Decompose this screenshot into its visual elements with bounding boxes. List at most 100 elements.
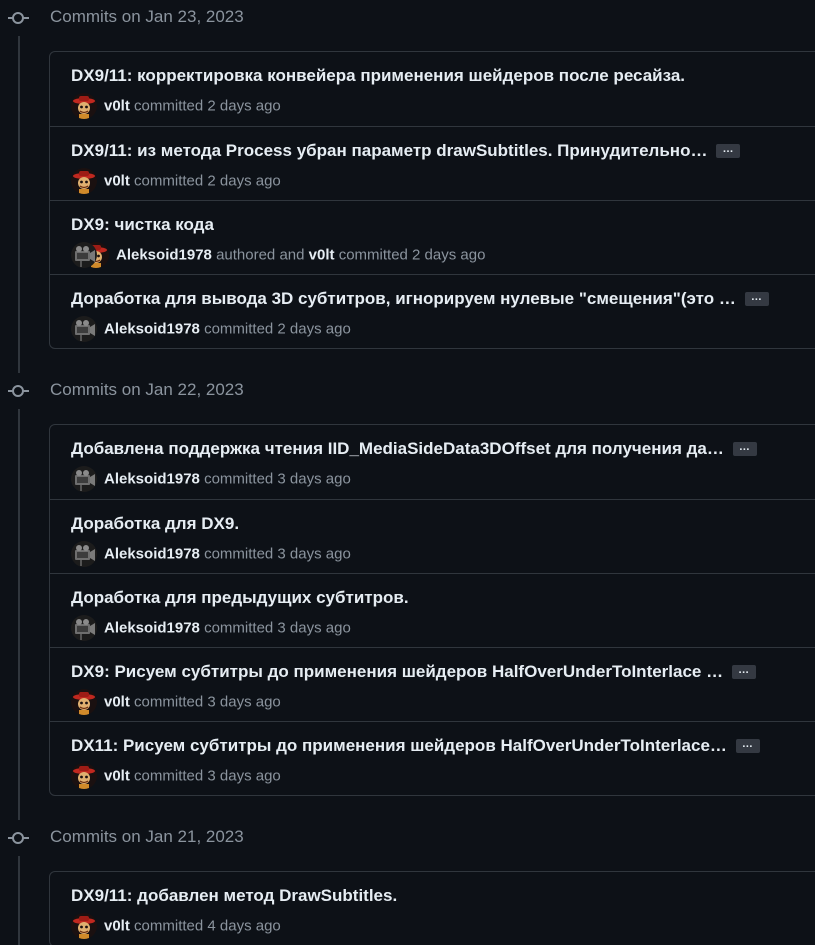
timeline-line (18, 0, 20, 945)
commit-group: Commits on Jan 22, 2023 Добавлена поддерж… (0, 373, 815, 796)
commit-time[interactable]: 3 days ago (207, 768, 280, 785)
commit-message-line: DX9/11: добавлен метод DrawSubtitles. (71, 885, 397, 906)
v0lt-avatar[interactable] (71, 168, 97, 194)
commit-row: Добавлена поддержка чтения IID_MediaSide… (50, 425, 815, 499)
commit-list: DX9/11: корректировка конвейера применен… (49, 51, 815, 349)
commit-author-link[interactable]: Aleksoid1978 (116, 247, 212, 264)
commit-meta: Aleksoid1978 committed 3 days ago (71, 615, 351, 641)
commit-message-link[interactable]: DX9/11: добавлен метод DrawSubtitles. (71, 886, 397, 906)
commit-meta: Aleksoid1978 committed 2 days ago (71, 316, 351, 342)
commit-author-link[interactable]: v0lt (104, 173, 130, 190)
commit-meta: Aleksoid1978 committed 3 days ago (71, 466, 351, 492)
commit-group-date: Commits on Jan 22, 2023 (50, 380, 244, 399)
commit-row: DX9: чистка кода Aleksoid1978 authored an… (50, 200, 815, 274)
commit-message-line: Доработка для вывода 3D субтитров, игнор… (71, 288, 769, 309)
v0lt-avatar[interactable] (71, 913, 97, 939)
avatar-stack (71, 242, 109, 268)
commit-group-header: Commits on Jan 21, 2023 (0, 820, 815, 856)
commit-author-link[interactable]: Aleksoid1978 (104, 321, 200, 338)
commit-author-link[interactable]: v0lt (104, 694, 130, 711)
commit-message-link[interactable]: Добавлена поддержка чтения IID_MediaSide… (71, 439, 724, 459)
commit-group-date: Commits on Jan 23, 2023 (50, 7, 244, 26)
commit-message-line: DX11: Рисуем субтитры до применения шейд… (71, 735, 760, 756)
expand-message-button[interactable]: … (732, 441, 757, 456)
commit-message-line: DX9: чистка кода (71, 214, 214, 235)
commit-meta: Aleksoid1978 authored and v0lt committed… (71, 242, 485, 268)
expand-message-button[interactable]: … (744, 291, 769, 306)
commit-meta: v0lt committed 4 days ago (71, 913, 281, 939)
git-commit-icon (8, 0, 30, 36)
commit-action: committed (204, 320, 274, 338)
commit-message-link[interactable]: DX9: Рисуем субтитры до применения шейде… (71, 662, 723, 682)
commit-action: committed (204, 545, 274, 563)
commits-page: Commits on Jan 23, 2023 DX9/11: корректир… (0, 0, 815, 945)
commit-time[interactable]: 2 days ago (277, 321, 350, 338)
commit-author-link[interactable]: v0lt (104, 98, 130, 115)
v0lt-avatar[interactable] (71, 689, 97, 715)
expand-message-button[interactable]: … (716, 143, 741, 158)
commit-message-link[interactable]: Доработка для DX9. (71, 514, 239, 534)
commit-action: committed (134, 767, 204, 785)
commit-author-link[interactable]: v0lt (104, 768, 130, 785)
commit-message-line: DX9/11: из метода Process убран параметр… (71, 140, 741, 161)
commit-group: Commits on Jan 21, 2023 DX9/11: добавлен … (0, 820, 815, 945)
commit-list: Добавлена поддержка чтения IID_MediaSide… (49, 424, 815, 796)
commit-meta: Aleksoid1978 committed 3 days ago (71, 541, 351, 567)
commit-time[interactable]: 2 days ago (412, 247, 485, 264)
commit-author-link[interactable]: v0lt (104, 918, 130, 935)
aleksoid-avatar[interactable] (71, 316, 97, 342)
v0lt-avatar[interactable] (71, 763, 97, 789)
commit-action: committed (134, 172, 204, 190)
commit-time[interactable]: 4 days ago (207, 918, 280, 935)
commit-time[interactable]: 3 days ago (277, 620, 350, 637)
commit-committer-link[interactable]: v0lt (309, 247, 335, 264)
commit-time[interactable]: 2 days ago (207, 173, 280, 190)
commit-message-line: Доработка для DX9. (71, 513, 239, 534)
git-commit-icon (8, 373, 30, 409)
commit-meta: v0lt committed 3 days ago (71, 689, 281, 715)
commit-time[interactable]: 3 days ago (207, 694, 280, 711)
commit-action: committed (134, 97, 204, 115)
commit-message-link[interactable]: DX9/11: из метода Process убран параметр… (71, 141, 707, 161)
commit-group-header: Commits on Jan 23, 2023 (0, 0, 815, 36)
commit-message-line: DX9/11: корректировка конвейера применен… (71, 65, 685, 86)
git-commit-icon (8, 820, 30, 856)
commit-action: committed (134, 693, 204, 711)
commit-row: DX9/11: из метода Process убран параметр… (50, 126, 815, 200)
commit-row: Доработка для DX9. Aleksoid1978 committed… (50, 499, 815, 573)
commit-group-date: Commits on Jan 21, 2023 (50, 827, 244, 846)
aleksoid-avatar[interactable] (71, 541, 97, 567)
commit-author-link[interactable]: Aleksoid1978 (104, 546, 200, 563)
aleksoid-avatar[interactable] (71, 242, 97, 268)
v0lt-avatar[interactable] (71, 93, 97, 119)
commit-message-link[interactable]: DX9: чистка кода (71, 215, 214, 235)
commit-message-line: DX9: Рисуем субтитры до применения шейде… (71, 661, 757, 682)
commit-action: committed (204, 619, 274, 637)
commit-author-link[interactable]: Aleksoid1978 (104, 471, 200, 488)
commit-author-link[interactable]: Aleksoid1978 (104, 620, 200, 637)
commit-row: DX9/11: добавлен метод DrawSubtitles. v0l… (50, 872, 815, 945)
commit-list: DX9/11: добавлен метод DrawSubtitles. v0l… (49, 871, 815, 945)
commit-group: Commits on Jan 23, 2023 DX9/11: корректир… (0, 0, 815, 349)
commit-row: Доработка для предыдущих субтитров. Aleks… (50, 573, 815, 647)
aleksoid-avatar[interactable] (71, 615, 97, 641)
committer-action: committed (338, 246, 408, 264)
commit-time[interactable]: 3 days ago (277, 471, 350, 488)
commit-time[interactable]: 3 days ago (277, 546, 350, 563)
commit-message-link[interactable]: DX9/11: корректировка конвейера применен… (71, 66, 685, 86)
commit-group-header: Commits on Jan 22, 2023 (0, 373, 815, 409)
commit-message-link[interactable]: Доработка для вывода 3D субтитров, игнор… (71, 289, 736, 309)
commit-meta: v0lt committed 2 days ago (71, 168, 281, 194)
expand-message-button[interactable]: … (732, 664, 757, 679)
expand-message-button[interactable]: … (735, 738, 760, 753)
commit-meta: v0lt committed 3 days ago (71, 763, 281, 789)
commit-action: committed (204, 470, 274, 488)
aleksoid-avatar[interactable] (71, 466, 97, 492)
commit-message-link[interactable]: Доработка для предыдущих субтитров. (71, 588, 409, 608)
commit-time[interactable]: 2 days ago (207, 98, 280, 115)
commit-action: authored and (216, 246, 305, 264)
commit-message-link[interactable]: DX11: Рисуем субтитры до применения шейд… (71, 736, 727, 756)
commit-row: DX9/11: корректировка конвейера применен… (50, 52, 815, 126)
commit-meta: v0lt committed 2 days ago (71, 93, 281, 119)
commit-action: committed (134, 917, 204, 935)
